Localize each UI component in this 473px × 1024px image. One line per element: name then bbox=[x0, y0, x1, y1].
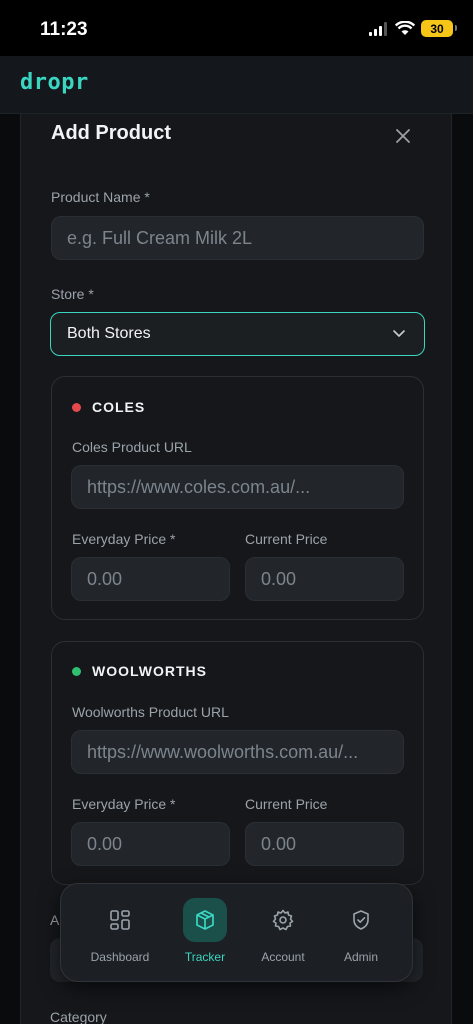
coles-card: COLES Coles Product URL https://www.cole… bbox=[51, 376, 424, 620]
close-icon bbox=[396, 129, 410, 143]
status-icons: 30 bbox=[369, 20, 457, 37]
nav-label-dashboard: Dashboard bbox=[90, 950, 150, 964]
status-bar: 11:23 30 bbox=[0, 0, 473, 56]
nav-label-account: Account bbox=[261, 950, 305, 964]
store-select-value: Both Stores bbox=[67, 325, 151, 342]
shield-icon bbox=[353, 910, 369, 930]
coles-url-label: Coles Product URL bbox=[72, 439, 192, 455]
obscured-field-label: A bbox=[50, 912, 60, 928]
bottom-nav: Dashboard Tracker Account Admin bbox=[60, 883, 413, 982]
woolworths-everyday-price-input[interactable]: 0.00 bbox=[71, 822, 230, 866]
nav-label-tracker: Tracker bbox=[184, 950, 226, 964]
store-select[interactable]: Both Stores bbox=[50, 312, 425, 356]
signal-icon bbox=[369, 21, 387, 36]
coles-everyday-price-input[interactable]: 0.00 bbox=[71, 557, 230, 601]
nav-item-dashboard[interactable]: Dashboard bbox=[80, 898, 160, 968]
woolworths-store-name: WOOLWORTHS bbox=[92, 663, 207, 679]
product-name-label: Product Name * bbox=[51, 189, 150, 205]
app-header: dropr bbox=[0, 56, 473, 114]
woolworths-current-price-input[interactable]: 0.00 bbox=[245, 822, 404, 866]
woolworths-url-label: Woolworths Product URL bbox=[72, 704, 229, 720]
coles-url-input[interactable]: https://www.coles.com.au/... bbox=[71, 465, 404, 509]
store-label: Store * bbox=[51, 286, 94, 302]
woolworths-status-dot bbox=[72, 667, 81, 676]
close-button[interactable] bbox=[391, 124, 415, 148]
coles-current-price-label: Current Price bbox=[245, 531, 328, 547]
coles-current-price-input[interactable]: 0.00 bbox=[245, 557, 404, 601]
woolworths-url-input[interactable]: https://www.woolworths.com.au/... bbox=[71, 730, 404, 774]
woolworths-everyday-price-label: Everyday Price * bbox=[72, 796, 176, 812]
nav-item-tracker[interactable]: Tracker bbox=[165, 898, 245, 968]
app-logo[interactable]: dropr bbox=[20, 70, 89, 95]
modal-title: Add Product bbox=[51, 122, 171, 144]
wifi-icon bbox=[395, 21, 415, 35]
nav-item-admin[interactable]: Admin bbox=[321, 898, 401, 968]
category-label: Category bbox=[50, 1009, 107, 1024]
woolworths-current-price-label: Current Price bbox=[245, 796, 328, 812]
coles-status-dot bbox=[72, 403, 81, 412]
battery-indicator: 30 bbox=[421, 20, 457, 37]
nav-item-account[interactable]: Account bbox=[243, 898, 323, 968]
box-icon bbox=[196, 910, 214, 930]
dashboard-icon bbox=[110, 910, 130, 930]
woolworths-card: WOOLWORTHS Woolworths Product URL https:… bbox=[51, 641, 424, 885]
coles-store-name: COLES bbox=[92, 399, 146, 415]
gear-icon bbox=[272, 909, 294, 931]
status-time: 11:23 bbox=[40, 19, 88, 40]
coles-everyday-price-label: Everyday Price * bbox=[72, 531, 176, 547]
chevron-down-icon bbox=[393, 330, 405, 337]
product-name-input[interactable]: e.g. Full Cream Milk 2L bbox=[51, 216, 424, 260]
nav-label-admin: Admin bbox=[343, 950, 378, 964]
